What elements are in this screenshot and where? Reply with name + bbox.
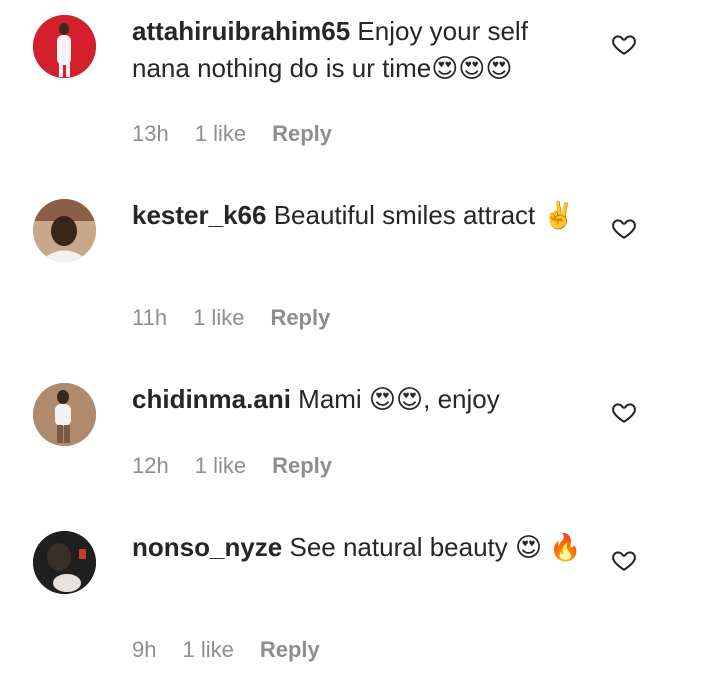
comment-meta: 9h 1 like Reply	[132, 637, 320, 663]
comment-text-block: chidinma.ani Mami 😍😍, enjoy	[132, 381, 582, 418]
reply-button[interactable]: Reply	[260, 637, 320, 663]
comment-like-count[interactable]: 1 like	[195, 121, 246, 147]
comment-like-count[interactable]: 1 like	[182, 637, 233, 663]
comment-time: 9h	[132, 637, 157, 662]
comment-meta: 11h 1 like Reply	[132, 305, 330, 331]
comment-item: chidinma.ani Mami 😍😍, enjoy 12h 1 like R…	[0, 368, 720, 516]
comment-text: Mami 😍😍, enjoy	[298, 384, 500, 414]
comment-text-block: nonso_nyze See natural beauty 😍 🔥	[132, 529, 582, 566]
heart-outline-icon[interactable]	[611, 399, 637, 425]
comment-text-block: kester_k66 Beautiful smiles attract ✌️	[132, 197, 582, 234]
comment-time: 13h	[132, 121, 169, 146]
comment-item: kester_k66 Beautiful smiles attract ✌️ 1…	[0, 184, 720, 368]
comment-like-count[interactable]: 1 like	[195, 453, 246, 479]
comment-username[interactable]: kester_k66	[132, 200, 266, 230]
comment-meta: 13h 1 like Reply	[132, 121, 332, 147]
reply-button[interactable]: Reply	[272, 121, 332, 147]
comment-username[interactable]: nonso_nyze	[132, 532, 282, 562]
reply-button[interactable]: Reply	[272, 453, 332, 479]
comment-text: Beautiful smiles attract ✌️	[273, 200, 575, 230]
comment-username[interactable]: chidinma.ani	[132, 384, 291, 414]
heart-outline-icon[interactable]	[611, 547, 637, 573]
reply-button[interactable]: Reply	[270, 305, 330, 331]
comment-time: 12h	[132, 453, 169, 478]
heart-outline-icon[interactable]	[611, 215, 637, 241]
comment-time: 11h	[132, 305, 168, 330]
comment-text-block: attahiruibrahim65 Enjoy your self nana n…	[132, 13, 582, 87]
avatar[interactable]	[33, 531, 96, 594]
avatar[interactable]	[33, 199, 96, 262]
comment-item: attahiruibrahim65 Enjoy your self nana n…	[0, 0, 720, 184]
avatar[interactable]	[33, 383, 96, 446]
comment-text: See natural beauty 😍 🔥	[289, 532, 582, 562]
comment-like-count[interactable]: 1 like	[193, 305, 244, 331]
avatar[interactable]	[33, 15, 96, 78]
comment-item: nonso_nyze See natural beauty 😍 🔥 9h 1 l…	[0, 516, 720, 682]
heart-outline-icon[interactable]	[611, 31, 637, 57]
comment-meta: 12h 1 like Reply	[132, 453, 332, 479]
comment-username[interactable]: attahiruibrahim65	[132, 16, 350, 46]
